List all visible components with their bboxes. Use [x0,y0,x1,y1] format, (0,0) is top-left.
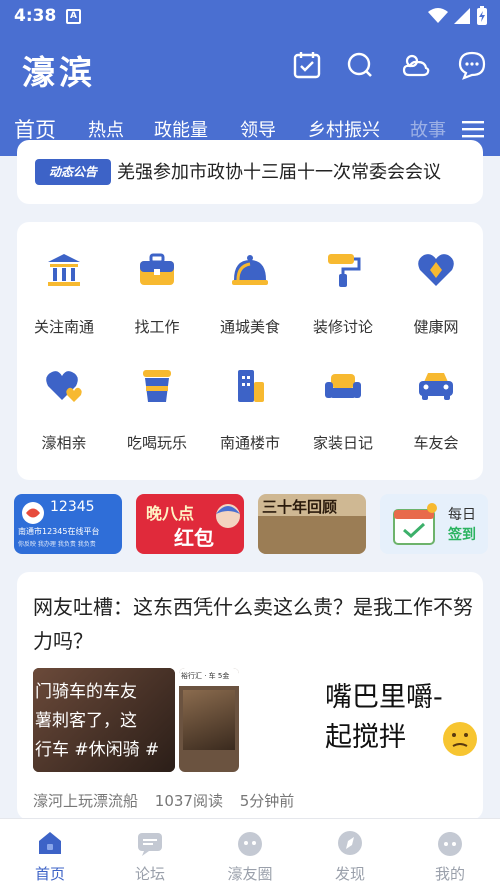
nav-label: 濠友圈 [227,865,273,883]
banner-line1: 南通市12345在线平台 [18,527,100,536]
government-building-icon [48,254,80,286]
banner-text: 三十年回顾 [262,498,338,516]
signal-icon [454,8,470,24]
food-cloche-icon [232,255,268,285]
grid-item-label: 健康网 [413,318,459,336]
tab-hot[interactable]: 热点 [88,116,124,142]
notice-text: 羌强参加市政协十三届十一次常委会会议 [117,162,441,183]
banner-number: 12345 [50,499,95,515]
banner-line2: 红包 [174,526,214,550]
banner-image [258,516,366,554]
grid-item-label: 通城美食 [219,318,280,336]
grid-item-follow-nantong[interactable]: 关注南通 [17,222,111,336]
tab-politics[interactable]: 政能量 [154,116,208,142]
banner-daily-checkin[interactable]: 每日 签到 [380,494,488,554]
nav-profile[interactable]: 我的 [400,819,500,888]
nav-label: 论坛 [134,865,165,883]
mascot-icon [216,504,240,528]
thumbnail-caption: 门骑车的车友 薯刺客了，这 行车 #休闲骑 # [35,682,160,760]
service-grid: 关注南通 找工作 通城美食 装修讨论 健康网 濠相亲 吃喝玩乐 南通楼市 家装日… [17,222,483,480]
banner-12345-platform[interactable]: 12345 南通市12345在线平台 你反映 我办理 我负责 我负责 [14,494,122,554]
wifi-icon [428,8,448,23]
banner-thirty-years[interactable]: 三十年回顾 [258,494,366,554]
grid-item-label: 吃喝玩乐 [126,434,187,452]
article-title: 网友吐槽：这东西凭什么卖这么贵？是我工作不努力吗？ [33,595,473,653]
nav-forum[interactable]: 论坛 [100,819,200,888]
grid-item-label: 车友会 [413,434,459,452]
nav-discover[interactable]: 发现 [300,819,400,888]
nav-label: 发现 [334,865,365,883]
notice-badge: 动态公告 [35,159,111,185]
home-icon [39,832,61,854]
banner-line2: 你反映 我办理 我负责 我负责 [18,541,96,548]
health-heart-icon [418,254,454,286]
nav-friends-circle[interactable]: 濠友圈 [200,819,300,888]
thinking-emoji-icon [443,722,477,756]
drink-cup-icon [143,370,171,402]
grid-item-property[interactable]: 南通楼市 [203,338,297,452]
checkin-calendar-icon [393,503,437,545]
paint-roller-icon [328,254,361,287]
tab-rural[interactable]: 乡村振兴 [308,116,380,142]
search-icon[interactable] [345,50,375,80]
article-thumbnail: 门骑车的车友 薯刺客了，这 行车 #休闲骑 # [33,668,175,772]
bottom-navigation: 首页 论坛 濠友圈 发现 我的 [0,818,500,888]
grid-item-find-job[interactable]: 找工作 [110,222,204,336]
grid-item-car-club[interactable]: 车友会 [389,338,483,452]
chat-icon[interactable] [457,50,487,80]
article-reads: 1037阅读 [154,792,223,810]
grid-item-label: 装修讨论 [312,318,373,336]
article-card[interactable]: 网友吐槽：这东西凭什么卖这么贵？是我工作不努力吗？ 门骑车的车友 薯刺客了，这 … [17,572,483,820]
article-thumbnail: 裕行汇 · 车 5金 [179,668,239,772]
article-source: 濠河上玩漂流船 [33,792,139,810]
banner-line1: 晚八点 [146,504,195,523]
tab-stories[interactable]: 故事 [410,116,446,142]
love-hearts-icon [46,371,82,402]
forum-icon [138,833,162,856]
nav-label: 我的 [434,865,465,883]
app-title: 濠滨 [22,53,96,92]
grid-item-decoration[interactable]: 装修讨论 [296,222,390,336]
discover-icon [338,831,362,855]
grid-item-label: 关注南通 [33,318,94,336]
grid-item-label: 家装日记 [312,434,373,452]
grid-item-city-food[interactable]: 通城美食 [203,222,297,336]
status-icons [428,6,488,26]
banner-line1: 每日 [448,507,476,523]
calendar-check-icon[interactable] [292,50,322,80]
app-header: 4:38 A 濠滨 首页 热点 政能量 领导 乡村振兴 故事 [0,0,500,156]
banner-red-packet[interactable]: 晚八点 红包 [136,494,244,554]
weather-icon[interactable] [401,50,431,80]
tab-leaders[interactable]: 领导 [240,116,276,142]
circle-friends-icon [238,832,262,856]
buildings-icon [238,370,264,402]
car-icon [419,373,453,400]
briefcase-icon [140,253,174,285]
grid-item-health[interactable]: 健康网 [389,222,483,336]
grid-item-food-fun[interactable]: 吃喝玩乐 [110,338,204,452]
article-time: 5分钟前 [239,792,295,810]
status-time: 4:38 [14,6,57,26]
notice-card[interactable]: 动态公告 羌强参加市政协十三届十一次常委会会议 [17,140,483,204]
thumbnail-caption: 嘴巴里嚼- 起搅拌 [325,682,443,753]
profile-icon [438,832,462,856]
grid-item-dating[interactable]: 濠相亲 [17,338,111,452]
grid-item-label: 南通楼市 [219,434,280,452]
battery-icon [477,6,487,25]
grid-item-home-diary[interactable]: 家装日记 [296,338,390,452]
thumbnail-caption: 裕行汇 · 车 5金 [181,672,230,680]
article-meta: 濠河上玩漂流船 1037阅读 5分钟前 [33,790,306,811]
article-thumbnail: 嘴巴里嚼- 起搅拌 [245,668,483,772]
nav-home[interactable]: 首页 [0,819,100,888]
nav-label: 首页 [34,865,65,883]
grid-item-label: 濠相亲 [41,434,87,452]
status-bar: 4:38 A [0,0,500,34]
platform-logo-icon [22,502,44,524]
notification-icon: A [66,9,81,24]
banner-line2: 签到 [448,527,476,543]
menu-icon[interactable] [462,120,484,138]
sofa-icon [325,374,361,398]
grid-item-label: 找工作 [134,318,180,336]
